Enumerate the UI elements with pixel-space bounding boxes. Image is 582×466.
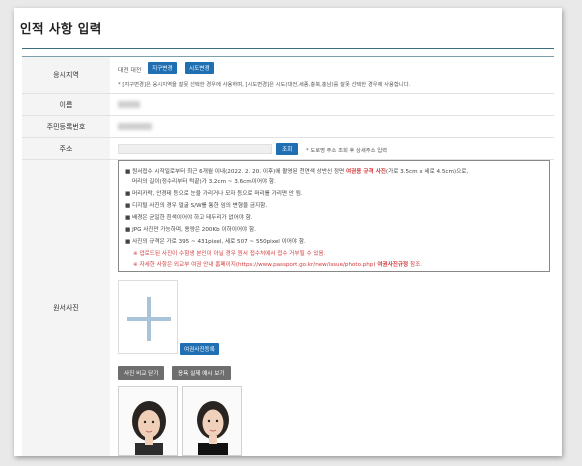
close-compare-button[interactable]: 사진 비교 닫기 [118, 366, 165, 380]
form-card: 인적 사항 입력 응시지역 대전 대전 지구변경 시도변경 * [지구변경]은 … [14, 8, 562, 456]
address-input[interactable] [118, 144, 272, 154]
notice-warning-1: ※ 업로드된 사진이 수험생 본인이 아닐 경우 원서 접수처에서 접수 거부될… [133, 251, 326, 257]
show-example-button[interactable]: 응욕 실제 예시 보기 [172, 366, 231, 380]
label-resident-number: 주민등록번호 [22, 116, 110, 138]
change-district-button[interactable]: 지구변경 [148, 62, 177, 74]
notice-line-4: ■ 배경은 균일한 흰색이어야 하고 테두리가 없어야 함. [125, 215, 253, 221]
region-note: * [지구변경]은 응시지역을 잘못 선택한 경우에 사용하며, [시도변경]은… [118, 82, 411, 88]
address-hint: * 도로명 주소 조회 후 상세주소 입력 [306, 148, 387, 154]
address-search-button[interactable]: 조회 [276, 143, 299, 155]
register-photo-button[interactable]: 여권사진등록 [180, 343, 219, 355]
notice-line-2: ■ 머리카락, 안경테 등으로 눈을 가리거나 모자 등으로 머리를 가리면 안… [125, 191, 303, 197]
row-name [110, 94, 554, 116]
photo-requirements-box: ■ 원서접수 시작일로부터 최근 6개월 이내(2022. 2. 20. 이후)… [118, 160, 550, 272]
row-resident-number [110, 116, 554, 138]
label-photo: 원서사진 [22, 160, 110, 456]
row-region [110, 57, 554, 94]
region-value: 대전 대전 [118, 68, 142, 74]
photo-upload-area[interactable] [118, 280, 178, 354]
example-photo-2 [182, 386, 242, 456]
example-photo-1 [118, 386, 178, 456]
page-title: 인적 사항 입력 [20, 21, 102, 36]
notice-line-1: ■ 원서접수 시작일로부터 최근 6개월 이내(2022. 2. 20. 이후)… [125, 169, 469, 175]
notice-line-1-cont: 머리의 길이(정수리부터 턱끝)가 3.2cm ~ 3.6cm이어야 함. [132, 179, 276, 185]
label-address: 주소 [22, 138, 110, 160]
label-region: 응시지역 [22, 57, 110, 94]
title-divider [22, 48, 554, 49]
resident-number-redacted [118, 123, 152, 130]
notice-warning-2: ※ 자세한 사항은 외교부 여권 안내 홈페이지(https://www.pas… [133, 262, 423, 268]
notice-line-5: ■ JPG 사진만 가능하며, 용량은 200Kb 이하이어야 함. [125, 227, 256, 233]
plus-icon-bar [127, 317, 171, 321]
label-name: 이름 [22, 94, 110, 116]
change-province-button[interactable]: 시도변경 [185, 62, 214, 74]
notice-line-3: ■ 디지털 사진의 경우 얼굴 S/W를 통한 임의 변형을 금지함. [125, 203, 268, 209]
name-value-redacted [118, 101, 140, 108]
notice-line-6: ■ 사진의 규격은 가로 395 ~ 431pixel, 세로 507 ~ 55… [125, 239, 306, 245]
